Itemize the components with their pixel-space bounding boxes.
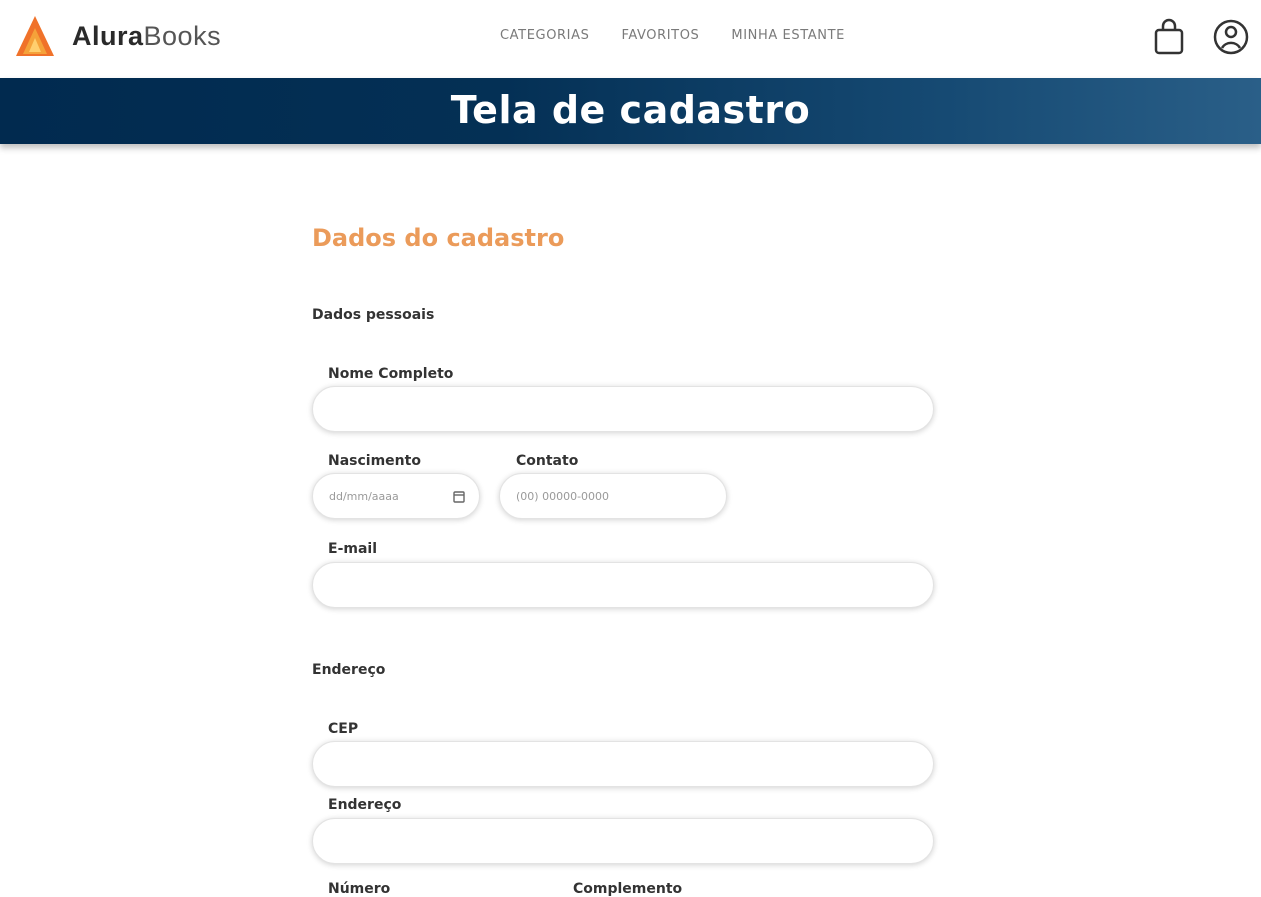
- birth-date-label: Nascimento: [328, 453, 421, 469]
- page-title: Tela de cadastro: [450, 88, 811, 132]
- contact-label: Contato: [516, 453, 579, 469]
- logo-text: AluraBooks: [72, 20, 222, 51]
- calendar-icon[interactable]: [453, 490, 465, 503]
- main-nav: CATEGORIAS FAVORITOS MINHA ESTANTE: [500, 28, 845, 43]
- street-input[interactable]: [312, 818, 934, 864]
- street-label: Endereço: [328, 797, 402, 813]
- cep-label: CEP: [328, 721, 359, 737]
- logo-icon: [16, 16, 54, 56]
- personal-data-heading: Dados pessoais: [312, 307, 435, 323]
- contact-placeholder: (00) 00000-0000: [516, 489, 610, 503]
- contact-input[interactable]: (00) 00000-0000: [499, 473, 727, 519]
- page-banner: Tela de cadastro: [0, 78, 1261, 144]
- birth-date-placeholder: dd/mm/aaaa: [329, 489, 399, 503]
- full-name-input[interactable]: [312, 386, 934, 432]
- email-input[interactable]: [312, 562, 934, 608]
- nav-item-favoritos[interactable]: FAVORITOS: [621, 28, 699, 43]
- user-icon[interactable]: [1212, 18, 1250, 56]
- nav-item-categorias[interactable]: CATEGORIAS: [500, 28, 589, 43]
- email-label: E-mail: [328, 541, 378, 557]
- address-heading: Endereço: [312, 662, 386, 678]
- nav-item-minha-estante[interactable]: MINHA ESTANTE: [731, 28, 845, 43]
- logo[interactable]: AluraBooks: [14, 14, 221, 58]
- cep-input[interactable]: [312, 741, 934, 787]
- top-navbar: AluraBooks CATEGORIAS FAVORITOS MINHA ES…: [0, 0, 1261, 78]
- shopping-bag-icon[interactable]: [1152, 18, 1186, 56]
- form-title: Dados do cadastro: [312, 224, 565, 252]
- birth-date-input[interactable]: dd/mm/aaaa: [312, 473, 480, 519]
- full-name-label: Nome Completo: [328, 366, 454, 382]
